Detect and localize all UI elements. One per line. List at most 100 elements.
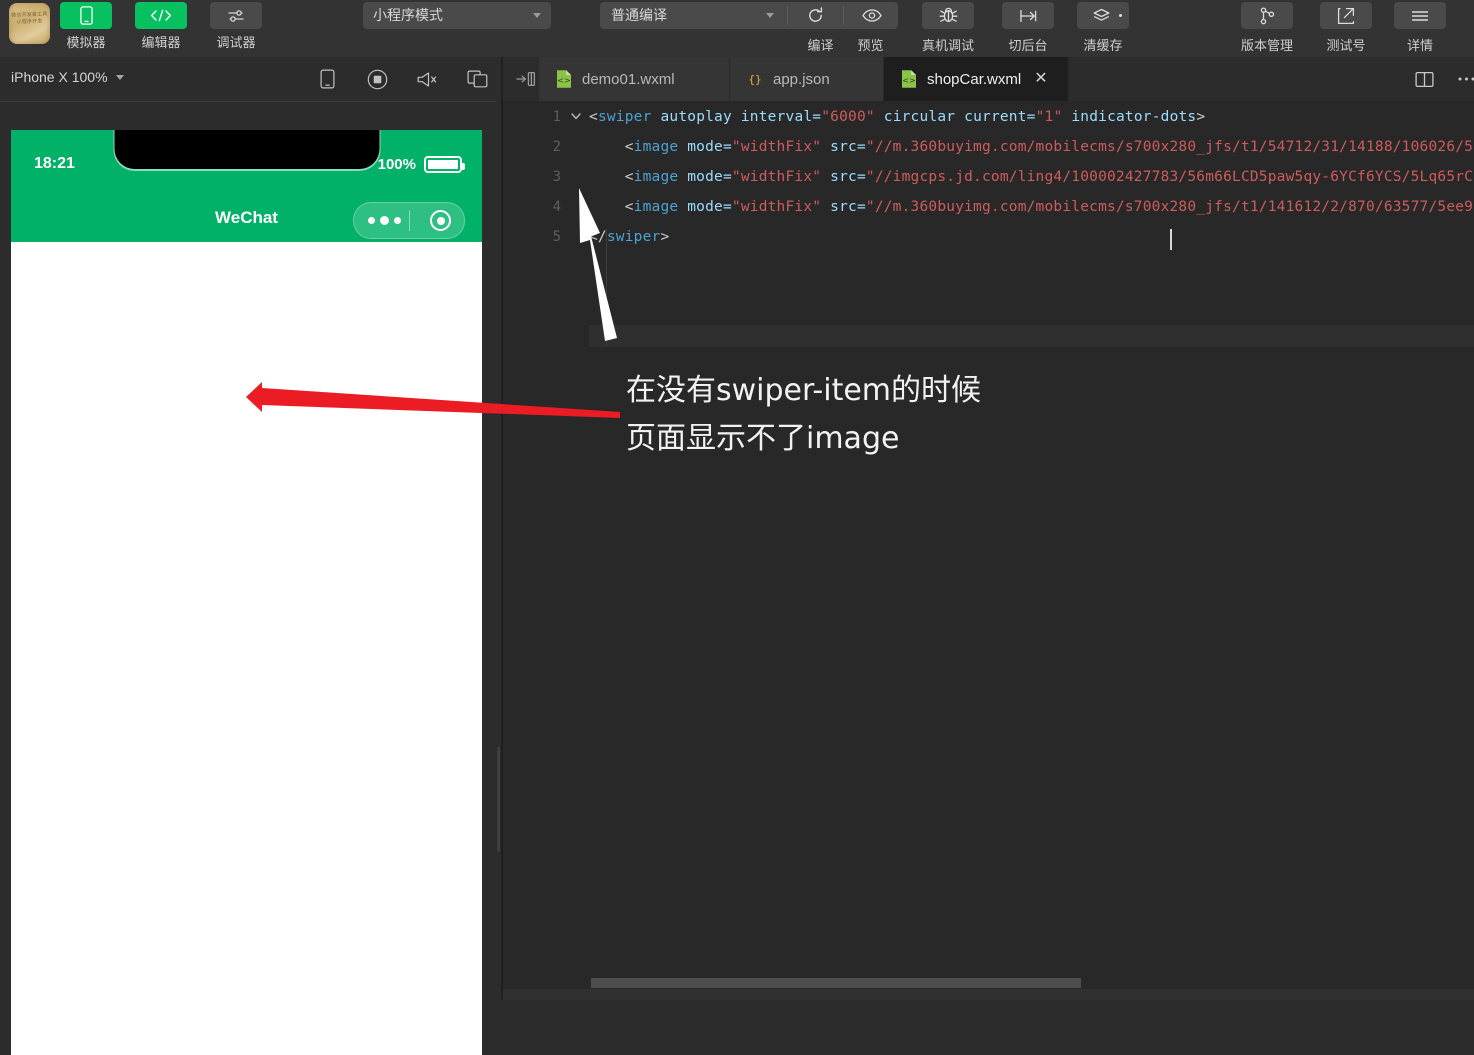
code-line-4[interactable]: <image mode="widthFix" src="//m.360buyim… [589, 199, 1474, 215]
code-line-5[interactable]: </swiper> [589, 229, 669, 245]
code-token: src= [830, 139, 866, 155]
target-circle-icon[interactable] [430, 210, 451, 231]
phone-simulator[interactable]: 18:21 100% WeChat [11, 130, 482, 1055]
tab-label: shopCar.wxml [927, 71, 1021, 88]
code-token: "//m.360buyimg.com/mobilecms/s700x280_jf… [866, 199, 1474, 215]
editor-tabbar: <> demo01.wxml {} app.json [503, 57, 1474, 101]
hamburger-icon [1411, 10, 1429, 22]
status-battery-percent: 100% [378, 156, 416, 173]
line-number: 5 [503, 229, 561, 245]
code-token: "widthFix" [732, 169, 821, 185]
code-token: autoplay [660, 109, 731, 125]
editor-panel: <> demo01.wxml {} app.json [503, 57, 1474, 1000]
code-token: "widthFix" [732, 139, 821, 155]
dropdown-dot-icon [1119, 14, 1122, 17]
code-token: image [634, 169, 679, 185]
mode-select[interactable]: 小程序模式 [363, 2, 551, 29]
chevron-down-fold-icon[interactable] [569, 109, 583, 123]
version-control-label: 版本管理 [1228, 35, 1306, 54]
code-token: mode= [687, 169, 732, 185]
split-editor-icon [1415, 71, 1434, 88]
rotate-device-button[interactable] [315, 67, 339, 91]
device-selector[interactable]: iPhone X 100% [11, 69, 124, 85]
toolbar-label-editor: 编辑器 [134, 32, 188, 51]
toolbar-button-debugger[interactable]: 调试器 [209, 2, 263, 51]
text-caret [1170, 229, 1172, 250]
code-line-3[interactable]: <image mode="widthFix" src="//imgcps.jd.… [589, 169, 1474, 185]
details-button[interactable] [1394, 2, 1446, 29]
simulator-panel: iPhone X 100% [0, 57, 500, 1000]
more-options-icon [1457, 76, 1474, 82]
clear-cache-label: 清缓存 [1073, 35, 1133, 54]
code-token: indicator-dots [1071, 109, 1196, 125]
remote-debug-button[interactable] [922, 2, 974, 29]
compile-select[interactable]: 普通编译 [600, 2, 786, 29]
phone-notch [114, 130, 379, 169]
code-token: < [589, 109, 598, 125]
toolbar-label-debugger: 调试器 [209, 32, 263, 51]
phone-icon [60, 2, 112, 29]
eye-icon [862, 9, 882, 22]
preview-button[interactable] [844, 2, 899, 29]
editor-horizontal-scrollbar[interactable] [591, 978, 1081, 988]
branch-icon [1259, 7, 1276, 25]
code-token [875, 109, 884, 125]
toolbar-button-editor[interactable]: 编辑器 [134, 2, 188, 51]
record-button[interactable] [365, 67, 389, 91]
code-token: </ [589, 229, 607, 245]
code-line-1[interactable]: <swiper autoplay interval="6000" circula… [589, 109, 1205, 125]
editor-gutter: 1 2 3 4 5 [503, 101, 589, 1000]
code-token: > [1196, 109, 1205, 125]
line-number: 4 [503, 199, 561, 215]
detach-window-icon [467, 70, 488, 88]
close-icon[interactable]: ✕ [1034, 71, 1047, 87]
code-token: mode= [687, 139, 732, 155]
toolbar-label-simulator: 模拟器 [59, 32, 113, 51]
line-number: 1 [503, 109, 561, 125]
test-account-button[interactable] [1320, 2, 1372, 29]
phone-page-content [11, 242, 482, 1055]
expand-sidebar-icon [516, 71, 536, 87]
refresh-icon [807, 7, 824, 24]
toolbar-button-simulator[interactable]: 模拟器 [59, 2, 113, 51]
split-editor-button[interactable] [1411, 67, 1437, 91]
json-file-icon: {} [746, 69, 764, 89]
tab-app-json[interactable]: {} app.json [730, 57, 884, 101]
more-options-button[interactable] [1453, 67, 1474, 91]
divider [409, 210, 410, 231]
svg-text:<>: <> [557, 76, 570, 85]
tab-shopcar-wxml[interactable]: <> shopCar.wxml ✕ [884, 57, 1069, 101]
main-toolbar: 微信开发者工具 小程序开发 模拟器 编辑器 [0, 0, 1474, 57]
app-logo: 微信开发者工具 小程序开发 [9, 3, 50, 44]
code-token: circular [884, 109, 955, 125]
annotation-note: 在没有swiper-item的时候 页面显示不了image [626, 367, 981, 463]
code-token: < [589, 139, 634, 155]
background-switch-button[interactable] [1002, 2, 1054, 29]
code-line-2[interactable]: <image mode="widthFix" src="//m.360buyim… [589, 139, 1474, 155]
version-control-button[interactable] [1241, 2, 1293, 29]
code-token: src= [830, 169, 866, 185]
code-token: interval= [741, 109, 821, 125]
code-token: src= [830, 199, 866, 215]
mute-icon [417, 71, 437, 88]
code-token: swiper [607, 229, 661, 245]
more-dots-icon[interactable] [368, 216, 401, 225]
tab-demo01-wxml[interactable]: <> demo01.wxml [539, 57, 730, 101]
layers-icon [1093, 8, 1113, 24]
code-token: "widthFix" [732, 199, 821, 215]
detach-window-button[interactable] [465, 67, 489, 91]
code-token: "6000" [821, 109, 875, 125]
wxml-file-icon: <> [900, 69, 918, 89]
mute-button[interactable] [415, 67, 439, 91]
wechat-capsule[interactable] [353, 202, 465, 239]
expand-sidebar-button[interactable] [513, 67, 539, 91]
code-editor[interactable]: 1 2 3 4 5 <swiper autoplay interval="600… [503, 101, 1474, 1000]
code-token: < [589, 169, 634, 185]
battery-icon [424, 156, 462, 173]
code-token: swiper [598, 109, 652, 125]
compile-button[interactable] [788, 2, 843, 29]
code-token [821, 199, 830, 215]
phone-header: 18:21 100% WeChat [11, 130, 482, 242]
rotate-device-icon [320, 69, 335, 89]
clear-cache-button[interactable] [1077, 2, 1129, 29]
